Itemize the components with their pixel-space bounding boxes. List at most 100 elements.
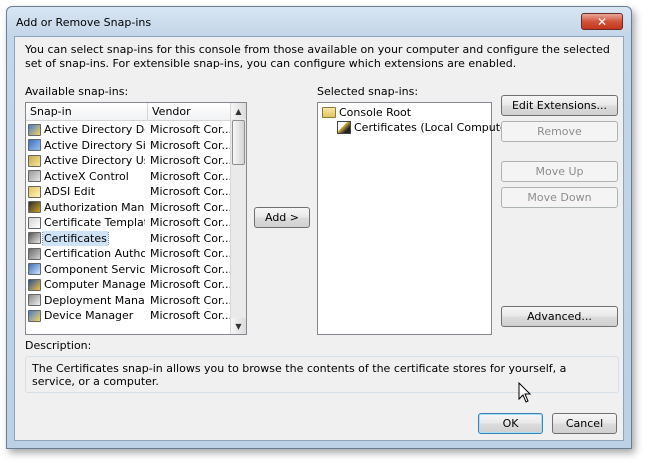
dialog-body: You can select snap-ins for this console…	[14, 36, 624, 441]
cancel-button[interactable]: Cancel	[552, 413, 617, 434]
snapin-name: ActiveX Control	[44, 169, 129, 183]
vendor-cell: Microsoft Cor...	[150, 154, 230, 167]
selected-snapins-tree[interactable]: Console Root Certificates (Local Compute…	[317, 102, 516, 335]
snapin-name: Active Directory Use...	[44, 154, 145, 167]
move-down-button[interactable]: Move Down	[501, 187, 618, 208]
list-item[interactable]: Certification Authority Microsoft Cor...	[26, 246, 231, 262]
snapin-name: Component Services	[44, 262, 145, 276]
vendor-cell: Microsoft Cor...	[150, 293, 230, 307]
close-icon: ✕	[596, 14, 608, 29]
list-item[interactable]: Computer Managem... Microsoft Cor...	[26, 277, 231, 293]
list-item[interactable]: Device Manager Microsoft Cor...	[26, 308, 231, 324]
tree-item-label: Console Root	[339, 106, 412, 119]
list-item[interactable]: Active Directory Do... Microsoft Cor...	[26, 122, 231, 138]
snapin-cell: Deployment Manager	[28, 293, 145, 309]
vertical-scrollbar[interactable]: ▲ ▼	[230, 103, 246, 334]
vendor-cell: Microsoft Cor...	[150, 185, 230, 198]
snapin-name: ADSI Edit	[44, 185, 96, 198]
advanced-button[interactable]: Advanced...	[501, 306, 618, 327]
mouse-pointer-icon	[518, 382, 532, 403]
ok-button[interactable]: OK	[478, 413, 543, 434]
list-item[interactable]: Certificates Microsoft Cor...	[26, 230, 231, 246]
snapin-cell: ADSI Edit	[28, 184, 145, 200]
snapin-name: Active Directory Site...	[44, 138, 145, 152]
list-item[interactable]: ActiveX Control Microsoft Cor...	[26, 169, 231, 185]
snapin-name: Deployment Manager	[44, 293, 145, 307]
snapin-cell: Authorization Manager	[28, 200, 145, 216]
folder-icon	[322, 107, 336, 118]
add-remove-snapins-dialog: Add or Remove Snap-ins ✕ You can select …	[6, 6, 632, 449]
snapin-cell: Device Manager	[28, 308, 145, 324]
tree-item-certificates-local-computer[interactable]: Certificates (Local Computer)	[337, 120, 516, 135]
snapin-cell: ActiveX Control	[28, 169, 145, 185]
list-item[interactable]: Component Services Microsoft Cor...	[26, 262, 231, 278]
selected-snapins-label: Selected snap-ins:	[317, 85, 419, 98]
snapin-name: Device Manager	[44, 309, 134, 322]
title-bar[interactable]: Add or Remove Snap-ins ✕	[7, 7, 631, 35]
vendor-cell: Microsoft Cor...	[150, 262, 230, 276]
snapin-cell: Component Services	[28, 262, 145, 278]
list-item[interactable]: Authorization Manager Microsoft Cor...	[26, 200, 231, 216]
column-header-snapin[interactable]: Snap-in	[26, 103, 148, 121]
adsi-edit-icon	[28, 185, 41, 198]
available-snapins-list[interactable]: Snap-in Vendor Active Directory Do... Mic…	[25, 102, 247, 335]
activex-control-icon	[28, 170, 41, 183]
active-directory-users-icon	[28, 154, 41, 167]
certificates-icon	[337, 121, 351, 134]
add-button[interactable]: Add >	[254, 207, 310, 228]
authorization-manager-icon	[28, 201, 41, 214]
tree-item-console-root[interactable]: Console Root	[322, 105, 411, 120]
vendor-cell: Microsoft Cor...	[150, 309, 230, 322]
snapin-cell: Active Directory Site...	[28, 138, 145, 154]
list-header: Snap-in Vendor	[26, 103, 231, 121]
scroll-thumb[interactable]	[232, 120, 245, 165]
close-button[interactable]: ✕	[581, 13, 623, 30]
snapin-cell: Computer Managem...	[28, 277, 145, 293]
active-directory-domains-icon	[28, 123, 41, 136]
list-item[interactable]: Certificate Templates Microsoft Cor...	[26, 215, 231, 231]
tree-item-label: Certificates (Local Computer)	[354, 121, 516, 134]
snapin-rows: Active Directory Do...Microsoft Cor...Ac…	[26, 122, 231, 324]
vendor-cell: Microsoft Cor...	[150, 169, 230, 183]
snapin-cell: Active Directory Do...	[28, 122, 145, 138]
scroll-up-arrow-icon: ▲	[235, 106, 242, 116]
available-snapins-label: Available snap-ins:	[25, 85, 129, 98]
computer-management-icon	[28, 278, 41, 291]
certificate-templates-icon	[28, 216, 41, 229]
snapin-cell: Certificate Templates	[28, 215, 145, 231]
move-up-button[interactable]: Move Up	[501, 161, 618, 182]
snapin-name: Certification Authority	[44, 247, 145, 260]
description-text: The Certificates snap-in allows you to b…	[32, 362, 567, 388]
description-label: Description:	[25, 339, 92, 352]
certification-authority-icon	[28, 247, 41, 260]
list-item[interactable]: Active Directory Use... Microsoft Cor...	[26, 153, 231, 169]
vendor-cell: Microsoft Cor...	[150, 278, 230, 291]
scroll-down-button[interactable]: ▼	[231, 318, 246, 334]
snapin-name: Certificate Templates	[44, 216, 145, 229]
vendor-cell: Microsoft Cor...	[150, 138, 230, 152]
vendor-cell: Microsoft Cor...	[150, 200, 230, 214]
vendor-cell: Microsoft Cor...	[150, 216, 230, 229]
deployment-manager-icon	[28, 294, 41, 307]
snapin-name: Active Directory Do...	[44, 123, 145, 136]
edit-extensions-button[interactable]: Edit Extensions...	[501, 95, 618, 116]
column-header-vendor[interactable]: Vendor	[148, 103, 231, 121]
window-title: Add or Remove Snap-ins	[16, 16, 152, 29]
list-item[interactable]: Active Directory Site... Microsoft Cor...	[26, 138, 231, 154]
scroll-up-button[interactable]: ▲	[231, 103, 246, 119]
snapin-cell: Certification Authority	[28, 246, 145, 262]
snapin-name: Authorization Manager	[44, 200, 145, 214]
device-manager-icon	[28, 309, 41, 322]
snapin-cell: Active Directory Use...	[28, 153, 145, 169]
vendor-cell: Microsoft Cor...	[150, 123, 230, 136]
snapin-cell: Certificates	[28, 230, 145, 246]
snapin-name: Computer Managem...	[44, 278, 145, 291]
vendor-cell: Microsoft Cor...	[150, 231, 230, 245]
list-item[interactable]: ADSI Edit Microsoft Cor...	[26, 184, 231, 200]
intro-text: You can select snap-ins for this console…	[25, 43, 610, 70]
vendor-cell: Microsoft Cor...	[150, 247, 230, 260]
certificates-icon	[28, 232, 41, 245]
remove-button[interactable]: Remove	[501, 121, 618, 142]
scroll-down-arrow-icon: ▼	[235, 321, 242, 331]
list-item[interactable]: Deployment Manager Microsoft Cor...	[26, 293, 231, 309]
